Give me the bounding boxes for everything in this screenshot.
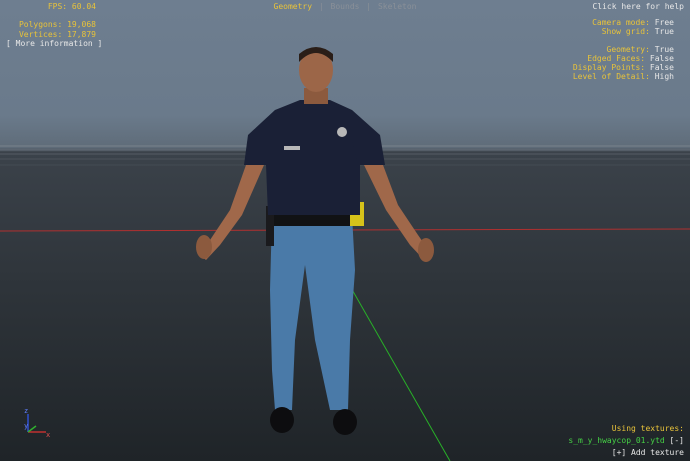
setting-label: Show grid: <box>601 27 650 36</box>
setting-value: False <box>649 63 674 72</box>
tab-separator: | <box>366 2 372 11</box>
axis-x-label: x <box>46 431 50 439</box>
tab-geometry[interactable]: Geometry <box>274 2 313 11</box>
remove-texture-button[interactable]: [-] <box>670 436 684 445</box>
setting-value: Free <box>654 18 674 27</box>
settings-panel: Camera mode: Free Show grid: True Geomet… <box>573 18 674 81</box>
tab-separator: | <box>318 2 324 11</box>
setting-display-points[interactable]: Display Points: False <box>573 63 674 72</box>
setting-label: Level of Detail: <box>572 72 650 81</box>
axis-y-label: y <box>24 422 28 430</box>
setting-camera-mode[interactable]: Camera mode: Free <box>573 18 674 27</box>
setting-value: False <box>649 54 674 63</box>
character-model <box>196 47 434 435</box>
tab-skeleton[interactable]: Skeleton <box>378 2 417 11</box>
axis-gizmo: z y x <box>24 407 50 439</box>
setting-label: Geometry: <box>606 45 650 54</box>
help-link[interactable]: Click here for help <box>592 2 684 12</box>
tab-bounds[interactable]: Bounds <box>331 2 360 11</box>
setting-label: Edged Faces: <box>587 54 646 63</box>
setting-value: High <box>654 72 674 81</box>
axis-z-label: z <box>24 407 28 415</box>
add-texture-button[interactable]: [+] Add texture <box>568 448 684 460</box>
setting-value: True <box>654 27 674 36</box>
setting-geometry[interactable]: Geometry: True <box>573 45 674 54</box>
setting-edged-faces[interactable]: Edged Faces: False <box>573 54 674 63</box>
view-tabs: Geometry | Bounds | Skeleton <box>0 2 690 12</box>
textures-panel: Using textures: s_m_y_hwaycop_01.ytd [-]… <box>568 424 684 460</box>
setting-label: Camera mode: <box>592 18 650 27</box>
more-information-link[interactable]: [ More information ] <box>6 39 102 49</box>
polygon-count: Polygons: 19,068 <box>18 20 96 29</box>
setting-level-of-detail[interactable]: Level of Detail: High <box>573 72 674 81</box>
textures-heading: Using textures: <box>611 424 684 433</box>
setting-value: True <box>654 45 674 54</box>
texture-file-link[interactable]: s_m_y_hwaycop_01.ytd <box>568 436 664 445</box>
setting-label: Display Points: <box>572 63 646 72</box>
setting-show-grid[interactable]: Show grid: True <box>573 27 674 36</box>
